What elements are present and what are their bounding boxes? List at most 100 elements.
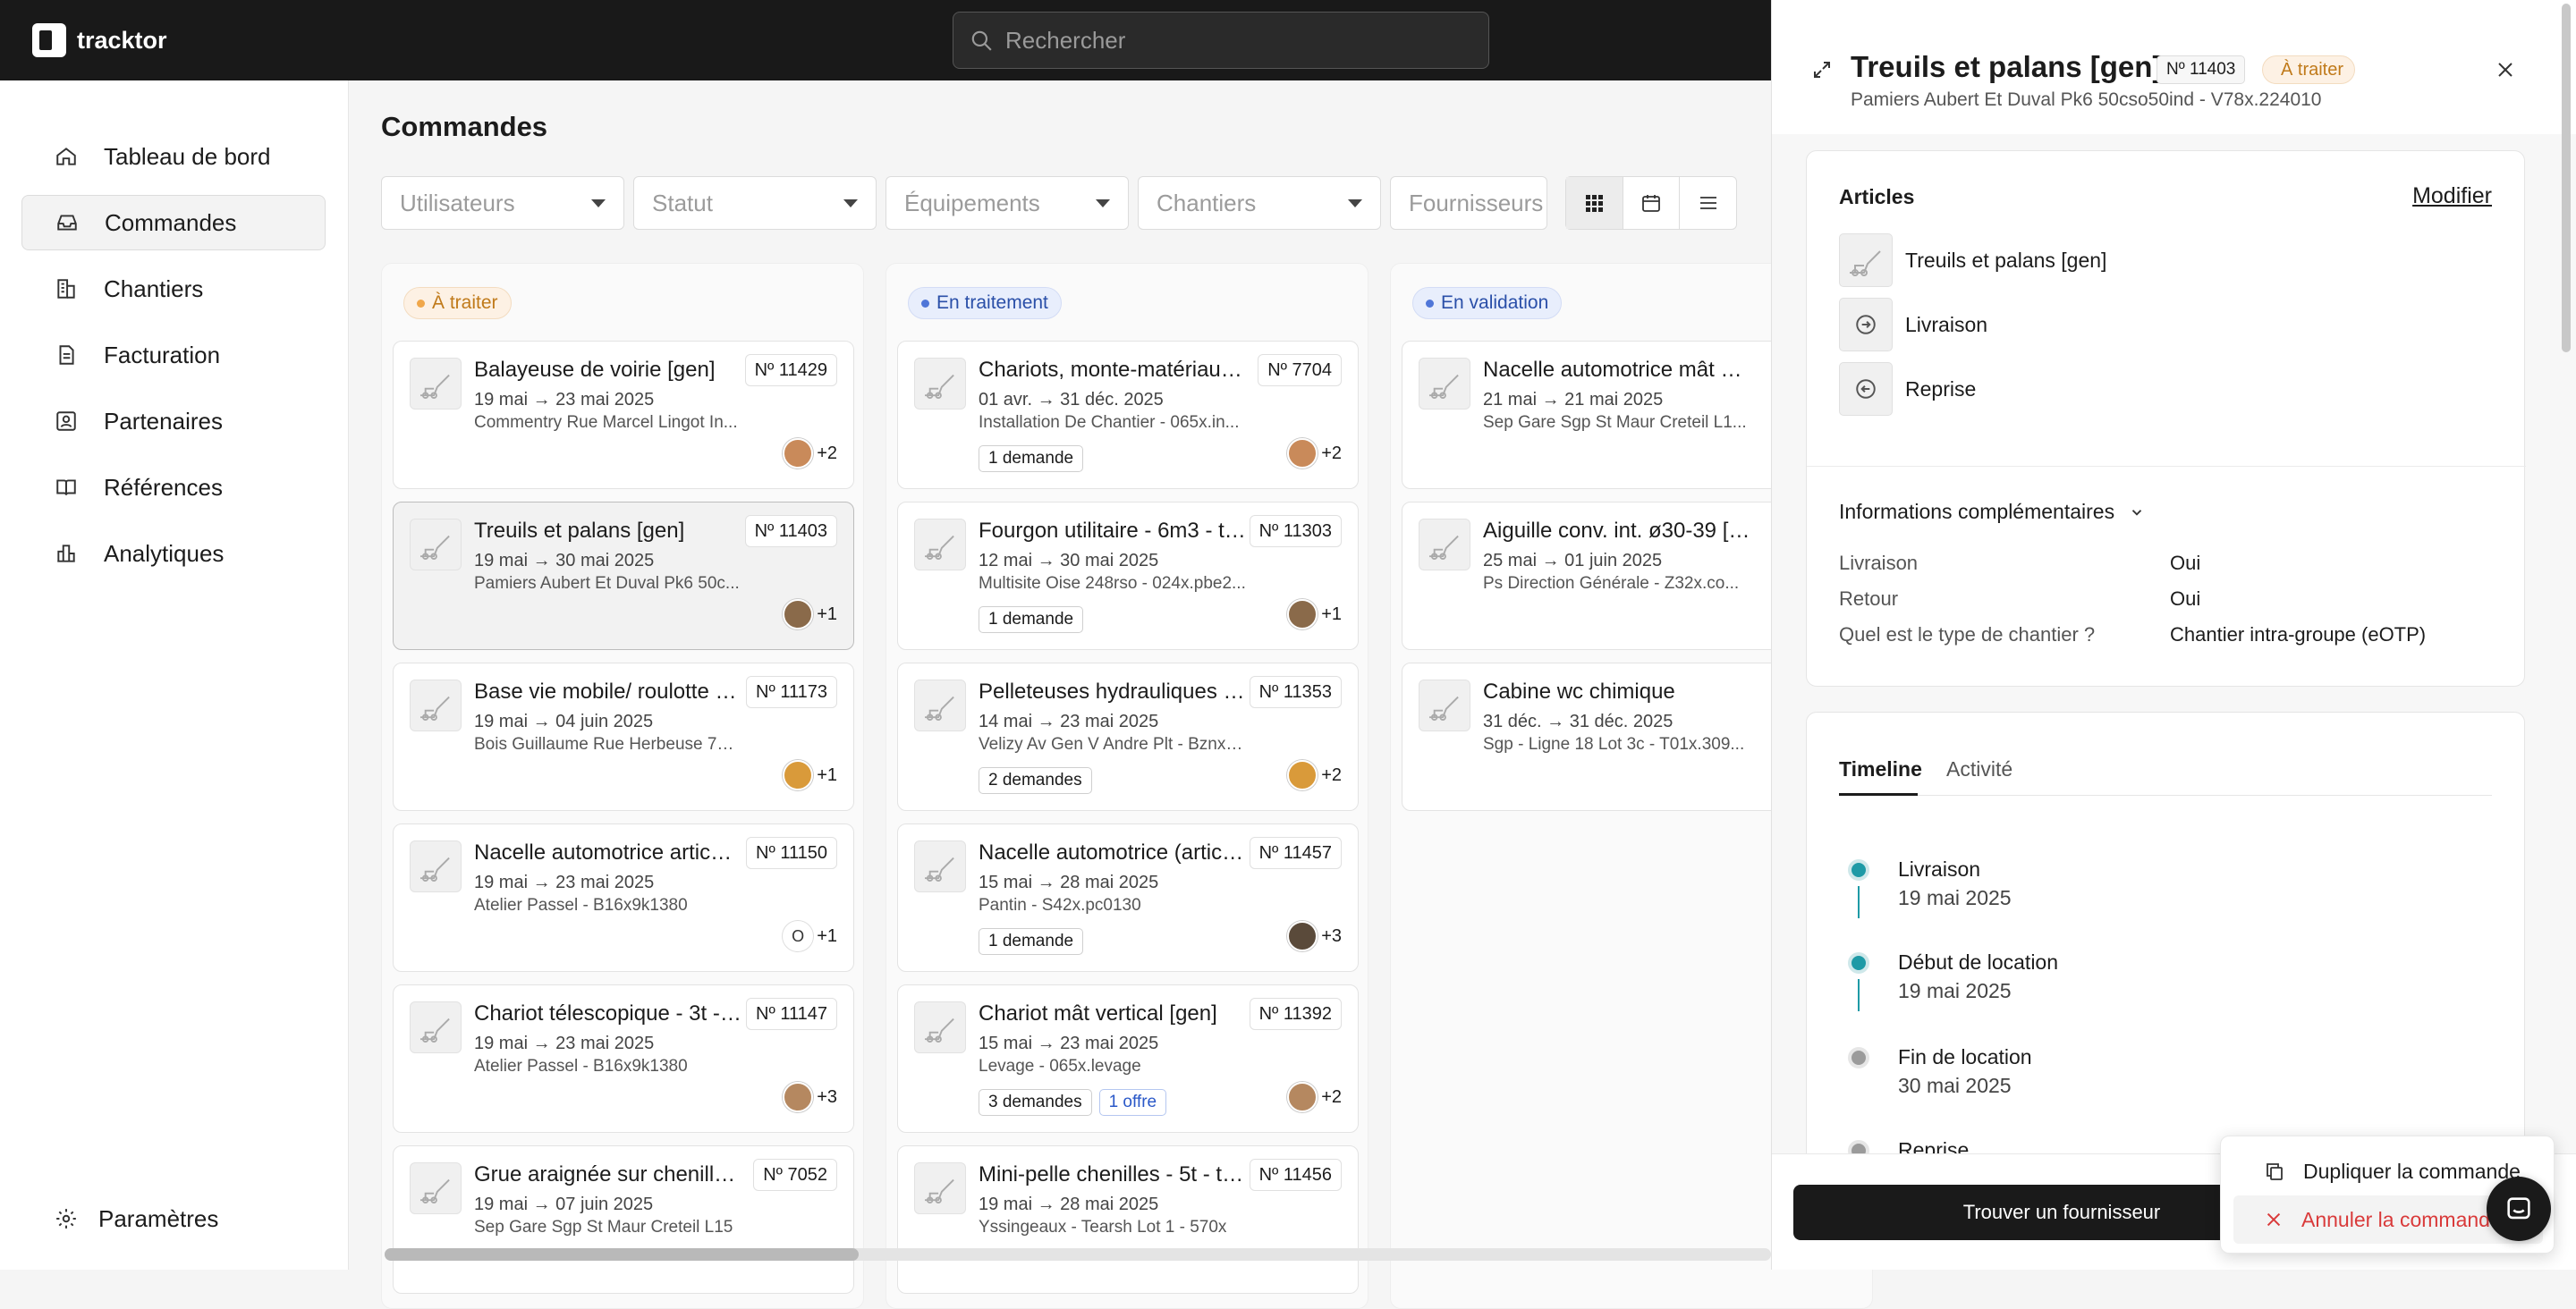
chat-button[interactable]: [2487, 1177, 2551, 1241]
card-dates: 14 mai → 23 mai 2025: [979, 712, 1159, 731]
card-users: +1: [1287, 599, 1342, 629]
caret-down-icon: [843, 199, 858, 207]
status-badge: À traiter: [2262, 55, 2356, 84]
sidebar-item-sites[interactable]: Chantiers: [21, 261, 326, 317]
gear-icon: [54, 1206, 79, 1231]
timeline-dot: [1848, 952, 1869, 974]
order-card[interactable]: Chariot télescopique - 3t - 13m Nº 11147 1…: [393, 984, 854, 1133]
article-item[interactable]: Livraison: [1839, 298, 1987, 351]
close-icon[interactable]: [2495, 59, 2516, 80]
return-icon: [1839, 362, 1893, 416]
order-number: Nº 11429: [744, 354, 837, 386]
close-icon: [2267, 1212, 2281, 1227]
article-item[interactable]: Reprise: [1839, 362, 1976, 416]
request-badge: 1 demande: [979, 445, 1084, 472]
filter-sites[interactable]: Chantiers: [1138, 176, 1381, 230]
extra-users-count: +2: [817, 443, 837, 463]
tab-timeline[interactable]: Timeline: [1839, 757, 1922, 781]
sidebar-item-billing[interactable]: Facturation: [21, 327, 326, 383]
expand-icon[interactable]: [1811, 59, 1833, 80]
info-key: Quel est le type de chantier ?: [1839, 623, 2096, 646]
delivery-icon: [1839, 298, 1893, 351]
card-title: Fourgon utilitaire - 6m3 - tôlé: [979, 519, 1247, 543]
timeline-dot: [1848, 1047, 1869, 1068]
extra-users-count: +3: [817, 1086, 837, 1107]
card-users: +3: [783, 1082, 837, 1112]
sidebar-item-label: Chantiers: [104, 274, 204, 302]
order-card[interactable]: Mini-pelle chenilles - 5t - thermiqueNº …: [897, 1145, 1359, 1294]
calendar-icon: [1642, 195, 1660, 212]
sidebar-item-analytics[interactable]: Analytiques: [21, 526, 326, 581]
card-badges: 1 demande: [979, 928, 1084, 955]
avatar: [783, 438, 814, 469]
order-card[interactable]: Balayeuse de voirie [gen] Nº 11429 19 mai …: [393, 341, 854, 489]
caret-down-icon: [1096, 199, 1110, 207]
column-status-badge: En validation: [1412, 287, 1563, 319]
card-dates: 15 mai → 23 mai 2025: [979, 1034, 1159, 1053]
logo-icon: [32, 23, 66, 57]
info-row: Retour Oui: [1839, 587, 2501, 611]
card-dates: 19 mai → 23 mai 2025: [474, 1034, 655, 1053]
scrollbar-thumb[interactable]: [385, 1248, 859, 1261]
order-card[interactable]: Nacelle automotrice articulée Nº 11150 19 …: [393, 823, 854, 972]
column-label: À traiter: [432, 292, 498, 313]
equipment-thumbnail-icon: [410, 519, 462, 570]
order-card[interactable]: Treuils et palans [gen] Nº 11403 19 mai → …: [393, 502, 854, 650]
panel-scrollbar[interactable]: [2562, 4, 2571, 352]
list-view-button[interactable]: [1680, 177, 1736, 229]
tabs-divider: [1839, 795, 2492, 796]
sidebar-item-label: Tableau de bord: [104, 142, 271, 170]
card-dates: 25 mai → 01 juin 2025: [1483, 551, 1663, 570]
order-card[interactable]: Chariot mât vertical [gen] Nº 11392 15 mai…: [897, 984, 1359, 1133]
card-dates: 19 mai → 23 mai 2025: [474, 873, 655, 892]
search-input[interactable]: Rechercher: [953, 12, 1489, 69]
settings-link[interactable]: Paramètres: [21, 1191, 326, 1246]
card-site: Commentry Rue Marcel Lingot In...: [474, 413, 738, 432]
order-detail-panel: Treuils et palans [gen] Nº 11403 À trait…: [1771, 0, 2576, 1270]
active-tab-indicator: [1839, 793, 1918, 796]
order-number: Nº 7052: [753, 1159, 837, 1191]
card-dates: 21 mai → 21 mai 2025: [1483, 390, 1664, 410]
article-item[interactable]: Treuils et palans [gen]: [1839, 233, 2106, 287]
filter-users[interactable]: Utilisateurs: [381, 176, 624, 230]
order-card[interactable]: Chariots, monte-matériaux [gen] Nº 7704 01…: [897, 341, 1359, 489]
order-card[interactable]: Grue araignée sur chenilles [gen] Nº 7052…: [393, 1145, 854, 1294]
contact-icon: [54, 409, 79, 434]
caret-down-icon: [591, 199, 606, 207]
grid-view-button[interactable]: [1566, 177, 1623, 229]
order-card[interactable]: Base vie mobile/ roulotte [gen] Nº 11173 1…: [393, 663, 854, 811]
calendar-view-button[interactable]: [1623, 177, 1681, 229]
card-users: +2: [1287, 760, 1342, 790]
filter-equipment[interactable]: Équipements: [886, 176, 1129, 230]
order-card[interactable]: Nacelle automotrice (articulée) Nº 11457 1…: [897, 823, 1359, 972]
filter-suppliers[interactable]: Fournisseurs: [1390, 176, 1547, 230]
card-site: Ps Direction Générale - Z32x.co...: [1483, 574, 1740, 593]
order-card[interactable]: Pelleteuses hydrauliques [gen] Nº 11353 14…: [897, 663, 1359, 811]
horizontal-scrollbar[interactable]: [385, 1248, 1771, 1261]
extra-users-count: +1: [817, 925, 837, 946]
order-number: Nº 11353: [1249, 676, 1342, 708]
card-users: +3: [1287, 921, 1342, 951]
sidebar-item-references[interactable]: Références: [21, 460, 326, 515]
tab-activity[interactable]: Activité: [1946, 757, 2012, 781]
equipment-thumbnail-icon: [1419, 519, 1470, 570]
info-toggle[interactable]: Informations complémentaires: [1839, 500, 2145, 524]
sidebar-item-label: Références: [104, 473, 223, 501]
sidebar-item-partners[interactable]: Partenaires: [21, 393, 326, 449]
main-content: Commandes Utilisateurs Statut Équipement…: [349, 80, 1873, 1309]
sidebar-item-orders[interactable]: Commandes: [21, 195, 326, 250]
order-number: Nº 11403: [744, 515, 837, 547]
order-card[interactable]: Fourgon utilitaire - 6m3 - tôlé Nº 11303 1…: [897, 502, 1359, 650]
logo[interactable]: tracktor: [32, 23, 167, 57]
sidebar-item-dashboard[interactable]: Tableau de bord: [21, 129, 326, 184]
equipment-thumbnail-icon: [914, 519, 966, 570]
edit-link[interactable]: Modifier: [2412, 183, 2492, 209]
info-key: Retour: [1839, 587, 1899, 610]
equipment-thumbnail-icon: [914, 680, 966, 731]
request-badge: 1 demande: [979, 606, 1084, 633]
panel-header: Treuils et palans [gen] Nº 11403 À trait…: [1772, 0, 2576, 134]
filter-status[interactable]: Statut: [633, 176, 877, 230]
equipment-thumbnail-icon: [914, 840, 966, 892]
card-users: +2: [1287, 438, 1342, 469]
kanban-column: En traitement Chariots, monte-matériaux […: [886, 263, 1368, 1309]
